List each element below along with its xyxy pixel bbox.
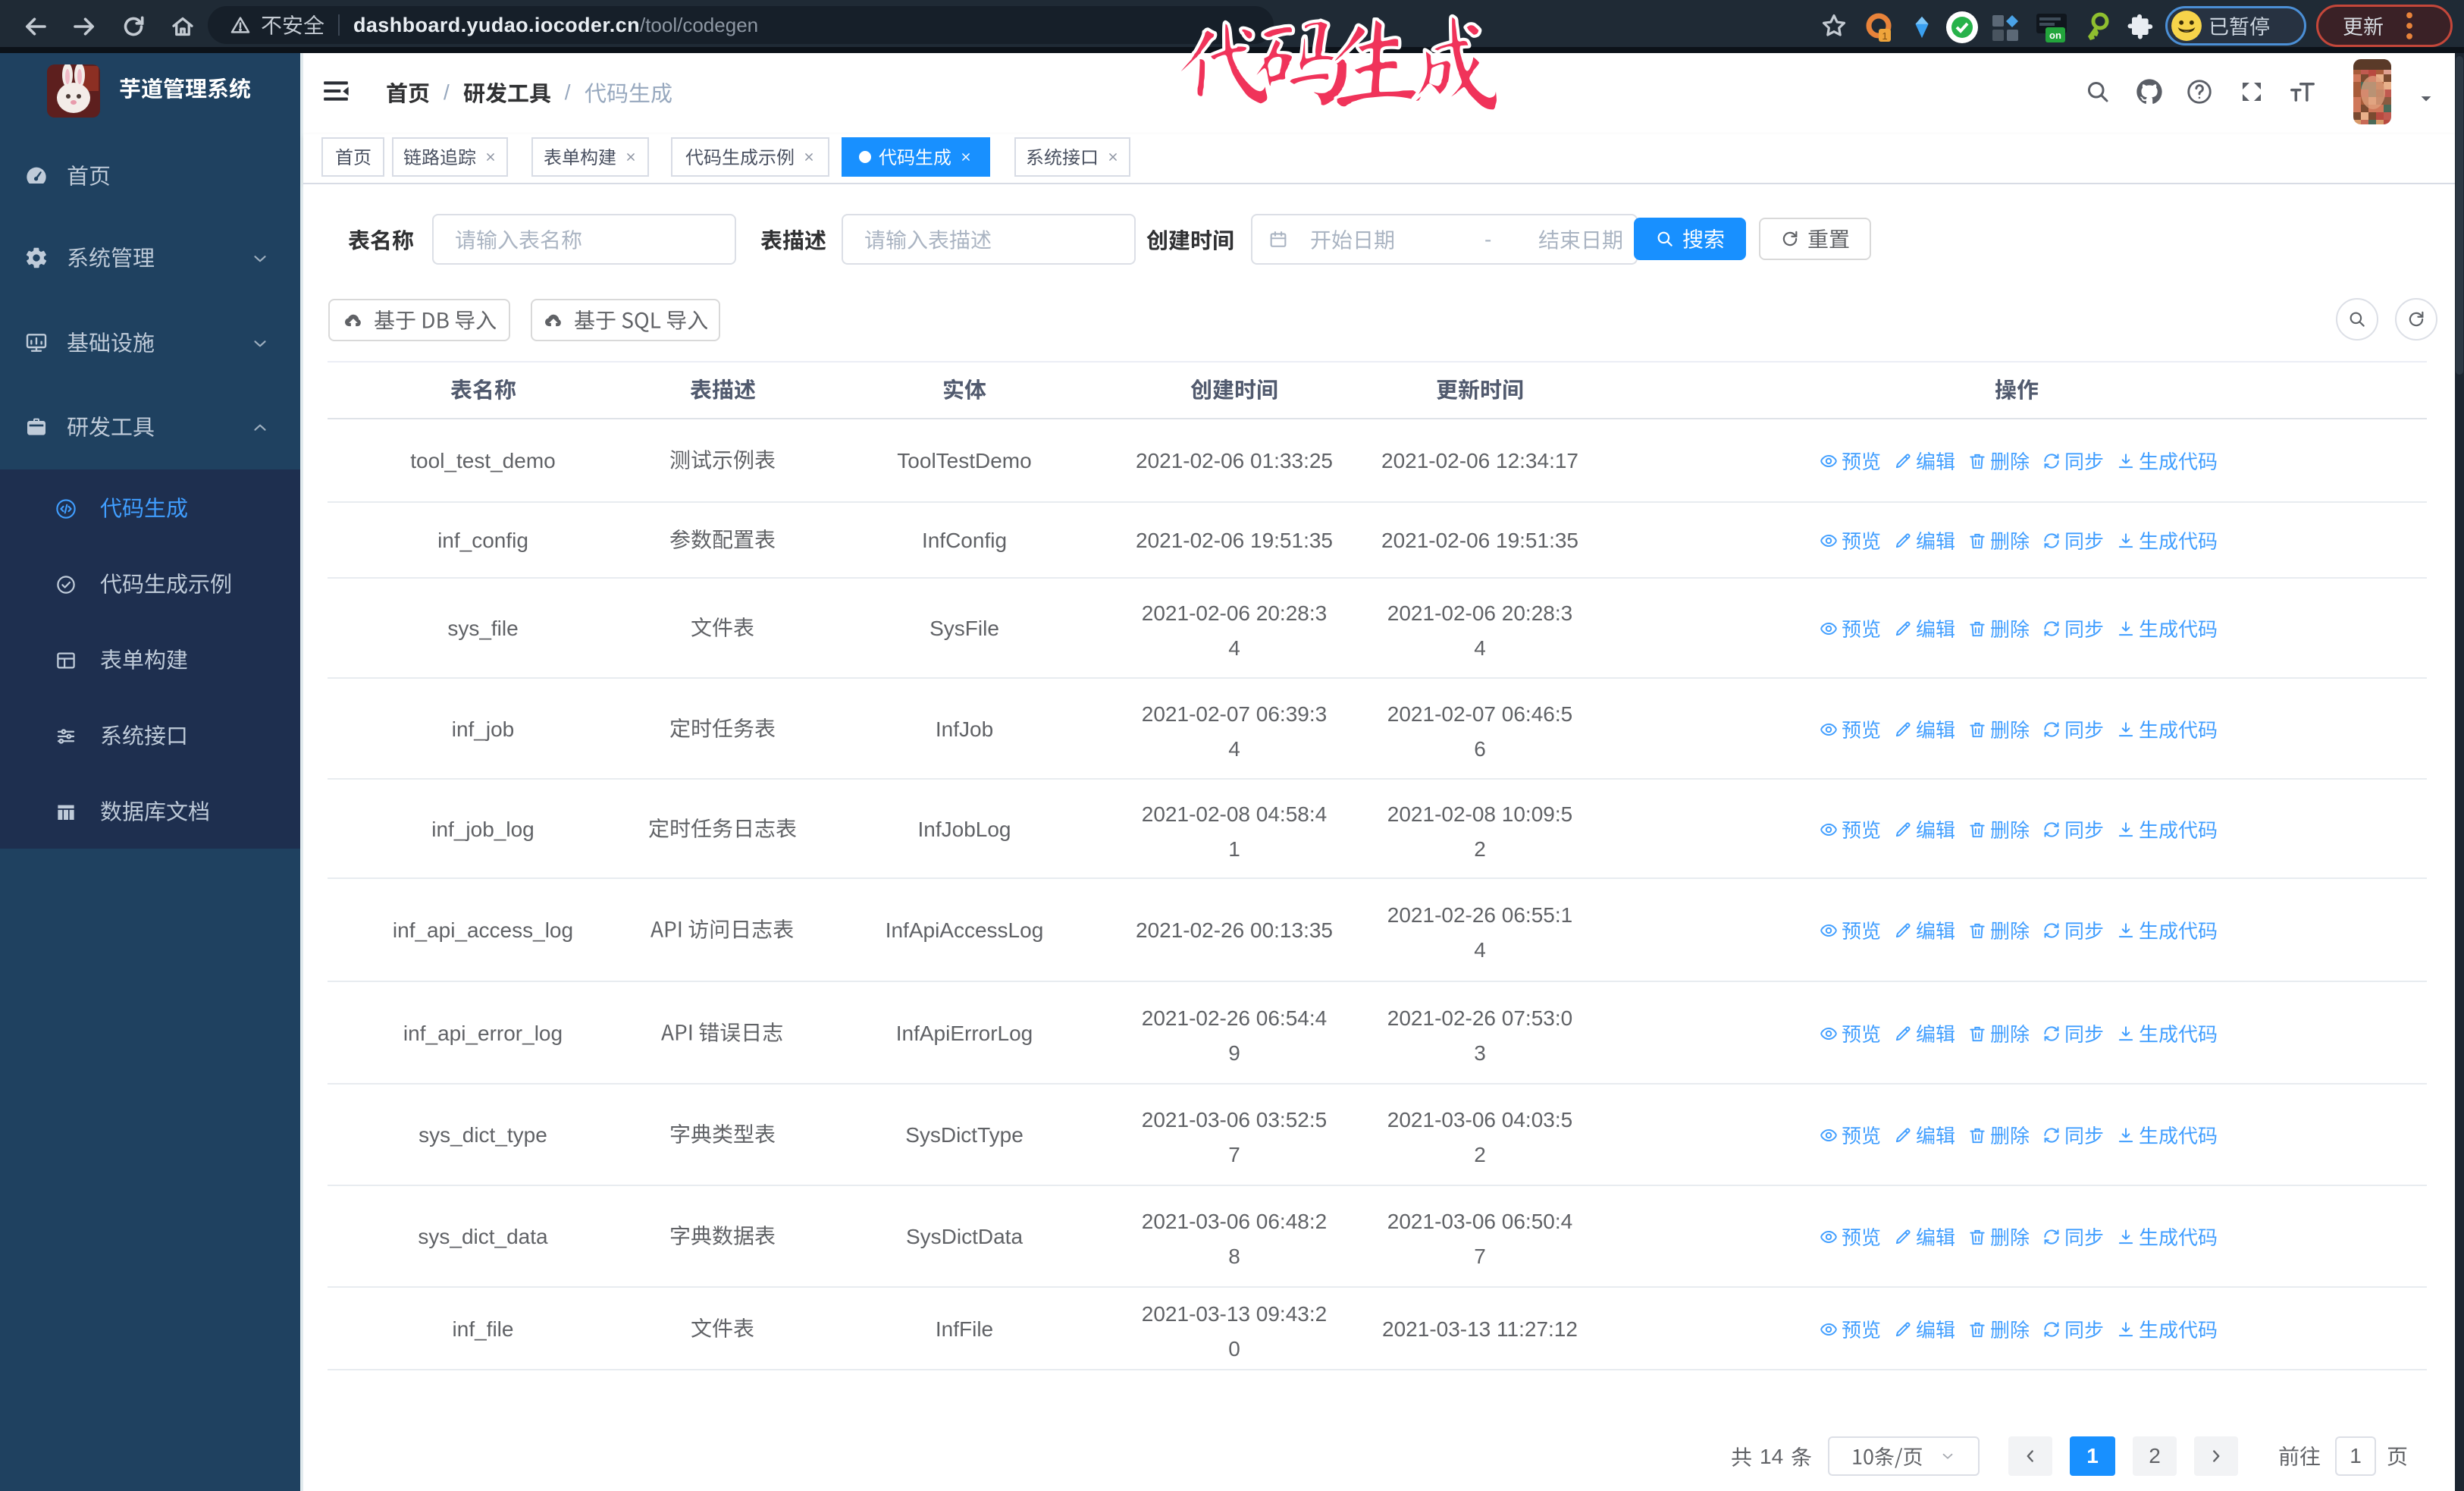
svg-text:1: 1 <box>1882 30 1887 42</box>
svg-text:on: on <box>2049 30 2061 41</box>
